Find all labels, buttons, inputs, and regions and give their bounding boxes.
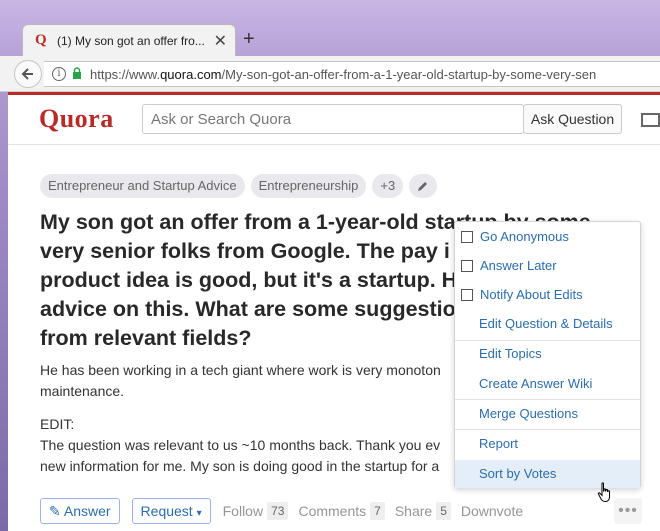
share-button[interactable]: Share xyxy=(395,503,432,519)
caret-down-icon: ▾ xyxy=(196,508,202,519)
comments-count: 7 xyxy=(370,502,385,520)
request-button[interactable]: Request ▾ xyxy=(131,498,211,524)
ask-question-button[interactable]: Ask Question xyxy=(523,104,622,134)
search-box[interactable] xyxy=(142,104,524,134)
menu-item-answer-later[interactable]: Answer Later xyxy=(455,252,640,280)
url-text: https://www.quora.com/My-son-got-an-offe… xyxy=(90,66,597,82)
info-icon[interactable]: i xyxy=(52,67,66,81)
lock-icon xyxy=(72,66,82,82)
follow-count: 73 xyxy=(267,502,289,520)
menu-item-merge-questions[interactable]: Merge Questions xyxy=(455,400,640,428)
menu-item-report[interactable]: Report xyxy=(455,430,640,458)
menu-item-edit-question[interactable]: Edit Question & Details xyxy=(455,310,640,338)
menu-item-notify-about-edits[interactable]: Notify About Edits xyxy=(455,281,640,309)
topic-chip[interactable]: Entrepreneur and Startup Advice xyxy=(40,174,245,198)
browser-tab[interactable]: Q (1) My son got an offer fro... ✕ xyxy=(22,24,236,56)
more-options-button[interactable]: ••• xyxy=(614,498,642,524)
edit-text: The question was relevant to us ~10 mont… xyxy=(40,437,441,453)
edit-label: EDIT: xyxy=(40,416,75,432)
details-text: He has been working in a tech giant wher… xyxy=(40,362,441,378)
close-tab-icon[interactable]: ✕ xyxy=(214,31,227,51)
back-button[interactable] xyxy=(14,60,42,88)
back-arrow-icon xyxy=(21,68,33,80)
edit-text: new information for me. My son is doing … xyxy=(40,458,440,474)
address-bar[interactable]: i https://www.quora.com/My-son-got-an-of… xyxy=(44,61,660,87)
menu-item-create-answer-wiki[interactable]: Create Answer Wiki xyxy=(455,370,640,398)
more-topics-chip[interactable]: +3 xyxy=(372,174,404,198)
question-actions: ✎ Answer Request ▾ Follow 73 Comments 7 … xyxy=(40,498,527,524)
details-text: maintenance. xyxy=(40,383,125,399)
menu-item-edit-topics[interactable]: Edit Topics xyxy=(455,340,640,368)
quora-logo[interactable]: Quora xyxy=(39,104,114,134)
checkbox-icon[interactable] xyxy=(461,289,473,301)
search-input[interactable] xyxy=(143,105,523,133)
new-tab-button[interactable]: + xyxy=(243,28,255,51)
checkbox-icon[interactable] xyxy=(461,260,473,272)
site-header: Quora Ask Question xyxy=(8,95,660,145)
share-count: 5 xyxy=(436,502,451,520)
quora-favicon-icon: Q xyxy=(35,32,47,48)
news-feed-icon[interactable] xyxy=(641,113,660,127)
answer-button[interactable]: ✎ Answer xyxy=(40,498,120,524)
hand-cursor-icon xyxy=(597,482,610,502)
checkbox-icon[interactable] xyxy=(461,231,473,243)
downvote-button[interactable]: Downvote xyxy=(461,503,523,519)
follow-button[interactable]: Follow xyxy=(223,503,263,519)
more-options-menu: Go Anonymous Answer Later Notify About E… xyxy=(454,221,641,488)
browser-tab-bar: Q (1) My son got an offer fro... ✕ + xyxy=(0,0,660,56)
edit-topics-pencil-icon[interactable] xyxy=(409,174,438,198)
topic-chip[interactable]: Entrepreneurship xyxy=(250,174,367,198)
pencil-icon: ✎ xyxy=(49,503,61,519)
topic-list: Entrepreneur and Startup Advice Entrepre… xyxy=(40,174,438,198)
browser-toolbar: i https://www.quora.com/My-son-got-an-of… xyxy=(0,56,660,92)
comments-button[interactable]: Comments xyxy=(298,503,366,519)
tab-title: (1) My son got an offer fro... xyxy=(57,33,205,48)
menu-item-go-anonymous[interactable]: Go Anonymous xyxy=(455,223,640,251)
